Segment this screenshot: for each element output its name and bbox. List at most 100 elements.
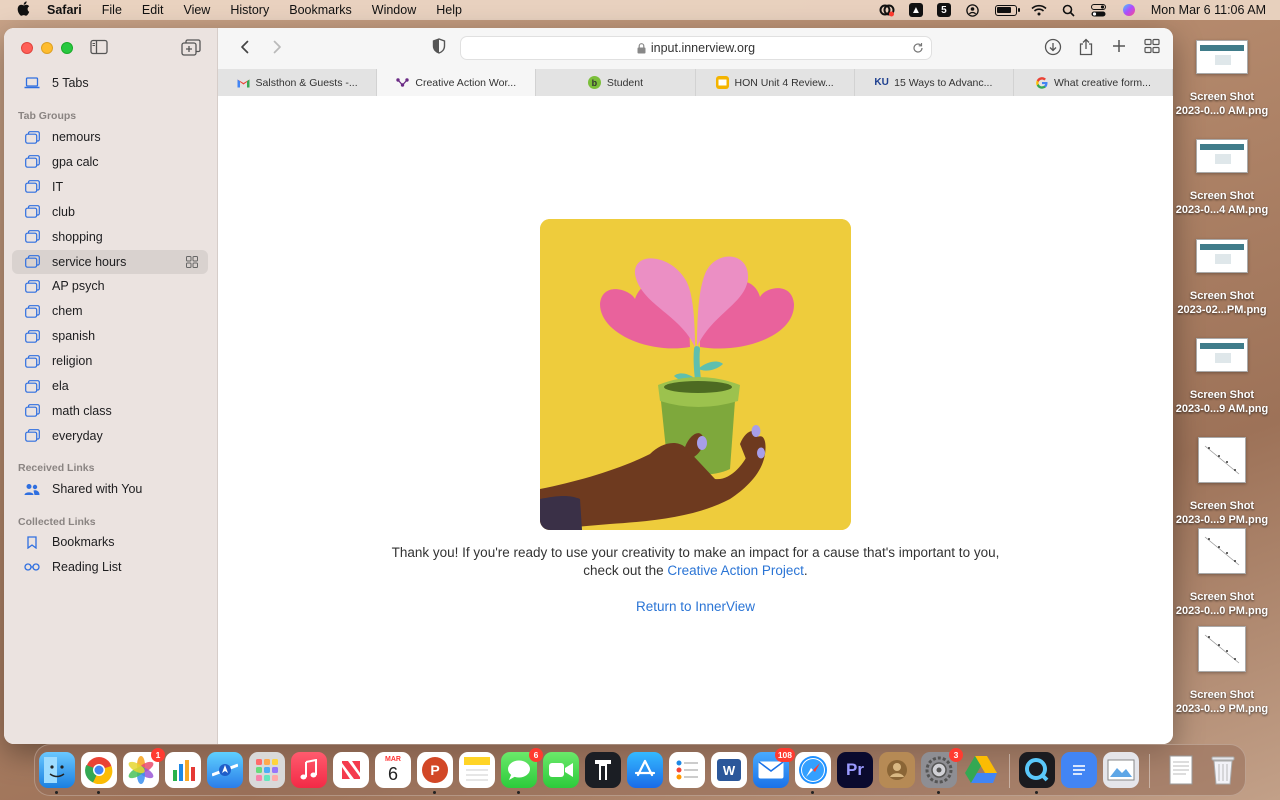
calendar-icon[interactable]: MAR 6 [375,752,411,788]
clock[interactable]: Mon Mar 6 11:06 AM [1151,3,1266,17]
tab-student[interactable]: b Student [536,69,696,96]
messages-icon[interactable]: 6 [501,748,543,788]
news-icon[interactable] [333,752,369,788]
sidebar-bookmarks[interactable]: Bookmarks [12,530,208,554]
file-thumbnail [1198,437,1246,483]
reload-icon[interactable] [912,42,924,54]
quicktime-icon[interactable] [1019,752,1055,788]
search-icon[interactable] [1061,3,1077,17]
google-drive-icon[interactable] [963,752,999,788]
battery-icon[interactable] [994,4,1020,16]
sidebar-toggle-icon[interactable] [90,39,108,55]
facetime-icon[interactable] [543,752,579,788]
menu-bar: Safari File Edit View History Bookmarks … [0,0,1280,20]
sidebar-tabs[interactable]: 5 Tabs [12,71,208,95]
tab-group-label: gpa calc [52,154,99,169]
close-window-button[interactable] [21,42,33,54]
back-button[interactable] [236,38,254,56]
user-icon[interactable] [965,3,981,17]
tab-group-item[interactable]: everyday [12,424,208,448]
premiere-icon[interactable]: Pr [837,752,873,788]
system-settings-icon[interactable]: 3 [921,748,963,788]
launchpad-icon[interactable] [249,752,285,788]
safari-icon[interactable] [795,752,831,788]
menu-file[interactable]: File [102,3,122,17]
tab-group-item[interactable]: shopping [12,225,208,249]
return-to-innerview-link[interactable]: Return to InnerView [218,599,1173,614]
finder-icon[interactable] [39,752,75,788]
app-store-icon[interactable] [627,752,663,788]
tab-google[interactable]: What creative form... [1013,69,1173,96]
contacts-icon[interactable] [879,752,915,788]
music-icon[interactable] [291,752,327,788]
tab-groups-header: Tab Groups [18,110,77,122]
creative-action-project-link[interactable]: Creative Action Project [667,563,804,578]
tab-15-ways[interactable]: KU 15 Ways to Advanc... [854,69,1014,96]
menu-history[interactable]: History [230,3,269,17]
new-tab-group-icon[interactable] [181,39,201,57]
tab-group-grid-icon[interactable] [186,255,198,268]
share-icon[interactable] [1078,38,1096,56]
tab-group-item[interactable]: club [12,200,208,224]
tab-group-item[interactable]: spanish [12,324,208,348]
tab-group-item[interactable]: ela [12,374,208,398]
tab-gmail[interactable]: Salsthon & Guests -... [218,69,378,96]
desktop-screenshot-file[interactable]: Screen Shot 2023-0...0 PM.png [1173,528,1271,618]
notes-icon[interactable] [459,752,495,788]
desktop-screenshot-file[interactable]: Screen Shot 2023-02...PM.png [1173,239,1271,317]
downloads-icon[interactable] [1044,38,1062,56]
desktop-screenshot-file[interactable]: Screen Shot 2023-0...9 AM.png [1173,338,1271,416]
address-bar[interactable]: input.innerview.org [460,36,932,60]
tab-creative-action[interactable]: Creative Action Wor... [377,69,537,96]
notion-icon[interactable]: ▲ [908,3,923,17]
tab-group-item[interactable]: religion [12,349,208,373]
five-icon[interactable]: 5 [936,3,951,17]
tab-group-item[interactable]: AP psych [12,274,208,298]
minimize-window-button[interactable] [41,42,53,54]
sidebar-reading-list[interactable]: Reading List [12,555,208,579]
numbers-icon[interactable] [165,752,201,788]
google-docs-icon[interactable] [1061,752,1097,788]
tower-icon[interactable] [585,752,621,788]
preview-icon[interactable] [1103,752,1139,788]
desktop-screenshot-file[interactable]: Screen Shot 2023-0...9 PM.png [1173,626,1271,716]
desktop-screenshot-file[interactable]: Screen Shot 2023-0...9 PM.png [1173,437,1271,527]
maps-icon[interactable] [207,752,243,788]
mail-icon[interactable]: 108 [753,748,795,788]
powerpoint-icon[interactable]: P [417,752,453,788]
tab-overview-icon[interactable] [1144,38,1162,56]
menu-help[interactable]: Help [436,3,462,17]
menu-app-safari[interactable]: Safari [47,3,82,17]
sidebar-shared-with-you[interactable]: Shared with You [12,477,208,501]
new-tab-icon[interactable] [1111,38,1129,56]
tab-group-item[interactable]: math class [12,399,208,423]
menu-window[interactable]: Window [372,3,416,17]
chrome-icon[interactable] [81,752,117,788]
tab-group-item[interactable]: chem [12,299,208,323]
tab-hon-unit[interactable]: HON Unit 4 Review... [695,69,855,96]
creative-cloud-icon[interactable] [879,3,895,17]
menu-edit[interactable]: Edit [142,3,164,17]
tab-group-icon [24,130,40,144]
wifi-icon[interactable] [1031,3,1047,17]
desktop-screenshot-file[interactable]: Screen Shot 2023-0...4 AM.png [1173,139,1271,217]
reminders-icon[interactable] [669,752,705,788]
tab-group-item[interactable]: nemours [12,125,208,149]
siri-icon[interactable] [1121,3,1137,17]
trash-icon[interactable] [1205,752,1241,788]
control-center-icon[interactable] [1091,3,1107,17]
tab-group-item[interactable]: gpa calc [12,150,208,174]
documents-stack-icon[interactable] [1163,752,1199,788]
sidebar-shared-label: Shared with You [52,482,143,496]
desktop-screenshot-file[interactable]: Screen Shot 2023-0...0 AM.png [1173,40,1271,118]
menu-view[interactable]: View [183,3,210,17]
forward-button[interactable] [268,38,286,56]
zoom-window-button[interactable] [61,42,73,54]
tab-group-item[interactable]: service hours [12,249,208,274]
menu-bookmarks[interactable]: Bookmarks [289,3,352,17]
apple-menu-icon[interactable] [17,1,33,19]
word-icon[interactable]: W [711,752,747,788]
photos-icon[interactable]: 1 [123,748,165,788]
tab-group-item[interactable]: IT [12,175,208,199]
privacy-shield-icon[interactable] [432,38,450,56]
